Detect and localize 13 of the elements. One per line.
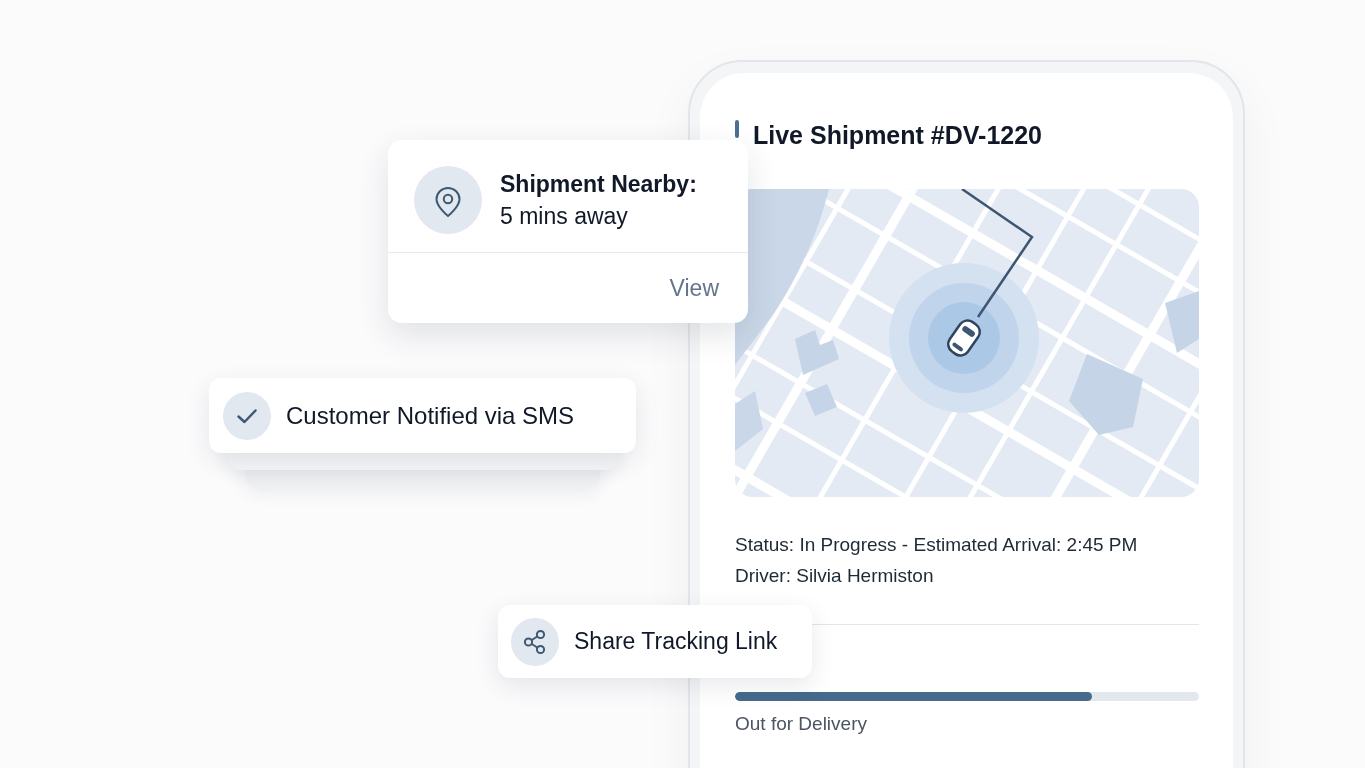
notification-message: 5 mins away [500, 202, 629, 231]
driver-text: Driver: Silvia Hermiston [735, 564, 935, 588]
shipment-title: Live Shipment #DV-1220 [753, 120, 1042, 150]
notification-title: Shipment Nearby: [500, 170, 697, 199]
status-text: Status: In Progress - Estimated Arrival: 2:45 PM [735, 533, 1139, 557]
location-pin-icon [414, 166, 482, 234]
share-tracking-button[interactable]: Share Tracking Link [498, 605, 812, 678]
checkmark-icon [223, 391, 271, 440]
accent-bar-icon [735, 120, 739, 138]
toast-text: Customer Notified via SMS [286, 401, 575, 430]
progress-label: Out for Delivery [735, 713, 868, 735]
view-button[interactable]: View [669, 273, 719, 303]
share-icon [511, 617, 559, 666]
